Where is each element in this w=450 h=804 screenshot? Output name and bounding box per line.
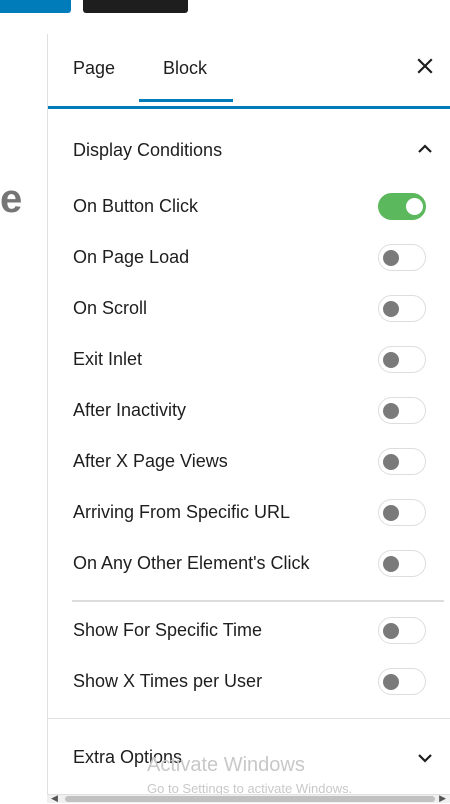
condition-row: On Any Other Element's Click bbox=[48, 539, 450, 590]
extra-options-title: Extra Options bbox=[73, 747, 183, 767]
scrollbar-thumb[interactable] bbox=[65, 796, 435, 802]
editor-top-toolbar bbox=[0, 0, 450, 34]
toggle-switch[interactable] bbox=[378, 550, 426, 577]
block-settings-sidebar: Page Block Display Conditions On Button … bbox=[47, 34, 450, 802]
toggle-knob bbox=[383, 301, 399, 317]
close-icon bbox=[417, 58, 433, 74]
toggle-switch[interactable] bbox=[378, 397, 426, 424]
toggle-knob bbox=[383, 505, 399, 521]
scroll-right-arrow-icon[interactable]: ▶ bbox=[439, 793, 446, 804]
condition-row: Arriving From Specific URL bbox=[48, 488, 450, 539]
extra-options-header[interactable]: Extra Options bbox=[48, 724, 450, 784]
toggle-switch[interactable] bbox=[378, 499, 426, 526]
condition-label: On Button Click bbox=[73, 196, 199, 216]
toggle-switch[interactable] bbox=[378, 617, 426, 644]
condition-row: Show For Specific Time bbox=[48, 606, 450, 657]
condition-row: After Inactivity bbox=[48, 386, 450, 437]
selected-block-outline bbox=[48, 106, 450, 109]
toggle-switch[interactable] bbox=[378, 244, 426, 271]
tab-block[interactable]: Block bbox=[163, 58, 207, 79]
canvas-text-fragment: e bbox=[0, 177, 23, 221]
condition-label: On Page Load bbox=[73, 247, 190, 267]
conditions-list: On Button Click On Page Load On Scroll E… bbox=[48, 182, 450, 590]
active-tab-indicator bbox=[139, 99, 233, 102]
condition-row: Show X Times per User bbox=[48, 657, 450, 708]
toggle-switch[interactable] bbox=[378, 668, 426, 695]
toggle-switch[interactable] bbox=[378, 448, 426, 475]
extra-conditions-list: Show For Specific Time Show X Times per … bbox=[48, 606, 450, 708]
toolbar-primary-button[interactable] bbox=[0, 0, 71, 13]
condition-row: Exit Inlet bbox=[48, 335, 450, 386]
tab-page[interactable]: Page bbox=[73, 58, 115, 79]
condition-row: On Button Click bbox=[48, 182, 450, 233]
toggle-knob bbox=[406, 198, 423, 215]
condition-row: After X Page Views bbox=[48, 437, 450, 488]
toggle-knob bbox=[383, 674, 399, 690]
toggle-switch[interactable] bbox=[378, 346, 426, 373]
chevron-down-icon bbox=[418, 754, 432, 763]
toggle-knob bbox=[383, 623, 399, 639]
toolbar-secondary-button[interactable] bbox=[83, 0, 188, 13]
condition-label: Arriving From Specific URL bbox=[73, 502, 291, 522]
toggle-switch[interactable] bbox=[378, 295, 426, 322]
condition-label: After Inactivity bbox=[73, 400, 187, 420]
conditions-divider bbox=[72, 600, 444, 602]
condition-label: On Scroll bbox=[73, 298, 148, 318]
condition-label: Show For Specific Time bbox=[73, 620, 263, 640]
display-conditions-title: Display Conditions bbox=[73, 140, 223, 160]
toggle-switch[interactable] bbox=[378, 193, 426, 220]
toggle-knob bbox=[383, 250, 399, 266]
display-conditions-header[interactable]: Display Conditions bbox=[48, 114, 450, 184]
scroll-left-arrow-icon[interactable]: ◀ bbox=[51, 793, 58, 804]
condition-label: Show X Times per User bbox=[73, 671, 263, 691]
toggle-knob bbox=[383, 556, 399, 572]
toggle-knob bbox=[383, 454, 399, 470]
close-sidebar-button[interactable] bbox=[413, 54, 437, 78]
toggle-knob bbox=[383, 403, 399, 419]
condition-label: On Any Other Element's Click bbox=[73, 553, 310, 573]
chevron-up-icon bbox=[418, 144, 432, 153]
condition-row: On Page Load bbox=[48, 233, 450, 284]
editor-canvas[interactable]: e bbox=[0, 34, 47, 802]
condition-label: After X Page Views bbox=[73, 451, 228, 471]
toggle-knob bbox=[383, 352, 399, 368]
panel-separator bbox=[48, 718, 450, 719]
condition-label: Exit Inlet bbox=[73, 349, 143, 369]
condition-row: On Scroll bbox=[48, 284, 450, 335]
sidebar-tabs: Page Block bbox=[48, 34, 450, 102]
